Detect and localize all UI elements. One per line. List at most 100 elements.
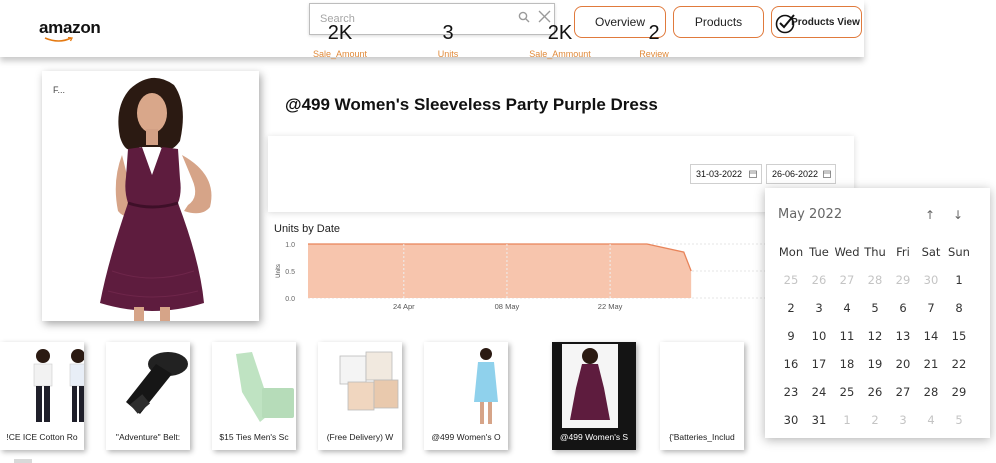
calendar-day[interactable]: 20 — [889, 357, 917, 371]
arrow-down-icon[interactable]: ↓ — [953, 208, 963, 222]
calendar-day[interactable]: 15 — [945, 329, 973, 343]
products-view-label: Products View — [791, 16, 860, 28]
thumbnail-0[interactable]: !CE ICE Cotton Ro — [0, 342, 84, 450]
thumbnail-2[interactable]: $15 Ties Men's Sc — [212, 342, 296, 450]
check-circle-icon — [775, 14, 795, 34]
kpi-value: 2K — [547, 22, 573, 44]
calendar-month-label: May 2022 — [778, 207, 843, 222]
date-picker-popup: May 2022 ↑ ↓ Mon Tue Wed Thu Fri Sat Sun… — [765, 188, 990, 438]
products-view-button[interactable]: Products View — [771, 6, 862, 38]
calendar-day[interactable]: 5 — [945, 413, 973, 427]
calendar-day[interactable]: 28 — [861, 273, 889, 287]
scroll-indicator[interactable] — [14, 459, 32, 463]
weekday-row: Mon Tue Wed Thu Fri Sat Sun — [777, 238, 987, 266]
kpi-sale-amount: 2K Sale_Amount — [300, 20, 380, 59]
calendar-day[interactable]: 19 — [861, 357, 889, 371]
product-title: @499 Women's Sleeveless Party Purple Dre… — [285, 95, 658, 114]
calendar-day[interactable]: 1 — [833, 413, 861, 427]
calendar-day[interactable]: 30 — [777, 413, 805, 427]
thumbnail-label: $15 Ties Men's Sc — [219, 432, 289, 442]
calendar-icon[interactable] — [749, 170, 757, 178]
kpi-label: Sale_Ammount — [529, 49, 591, 59]
thumbnail-5-selected[interactable]: @499 Women's S — [552, 342, 636, 450]
calendar-day[interactable]: 12 — [861, 329, 889, 343]
weekday-label: Mon — [778, 245, 804, 259]
calendar-day[interactable]: 10 — [805, 329, 833, 343]
start-date-value: 31-03-2022 — [696, 169, 743, 179]
calendar-week-row: 25 26 27 28 29 30 1 — [777, 266, 987, 294]
y-axis-label: Units — [276, 264, 282, 278]
start-date-input[interactable]: 31-03-2022 — [690, 164, 762, 184]
calendar-day[interactable]: 30 — [917, 273, 945, 287]
thumbnail-3[interactable]: (Free Delivery) W — [318, 342, 402, 450]
purple-dress-model-image — [100, 77, 212, 321]
calendar-day[interactable]: 26 — [805, 273, 833, 287]
end-date-input[interactable]: 26-06-2022 — [766, 164, 836, 184]
weekday-label: Thu — [864, 245, 886, 259]
calendar-day[interactable]: 29 — [889, 273, 917, 287]
bra-extender-image — [339, 351, 399, 411]
black-belt-image — [126, 352, 188, 414]
kpi-label: Sale_Amount — [312, 49, 368, 59]
arrow-up-icon[interactable]: ↑ — [925, 208, 935, 222]
calendar-day[interactable]: 2 — [861, 413, 889, 427]
calendar-day[interactable]: 14 — [917, 329, 945, 343]
calendar-day[interactable]: 24 — [805, 385, 833, 399]
calendar-day[interactable]: 6 — [889, 301, 917, 315]
calendar-day[interactable]: 21 — [917, 357, 945, 371]
calendar-day[interactable]: 8 — [945, 301, 973, 315]
calendar-day[interactable]: 22 — [945, 357, 973, 371]
calendar-day[interactable]: 23 — [777, 385, 805, 399]
calendar-day[interactable]: 25 — [833, 385, 861, 399]
calendar-day[interactable]: 31 — [805, 413, 833, 427]
calendar-day[interactable]: 3 — [889, 413, 917, 427]
calendar-day[interactable]: 27 — [889, 385, 917, 399]
calendar-icon[interactable] — [823, 170, 831, 178]
calendar-day[interactable]: 16 — [777, 357, 805, 371]
calendar-day[interactable]: 18 — [833, 357, 861, 371]
thumbnail-label: @499 Women's O — [431, 432, 501, 442]
calendar-day[interactable]: 5 — [861, 301, 889, 315]
calendar-day[interactable]: 17 — [805, 357, 833, 371]
kpi-review: 2 Review — [628, 20, 680, 59]
calendar-day[interactable]: 25 — [777, 273, 805, 287]
kpi-sale-ammount: 2K Sale_Ammount — [518, 20, 602, 59]
x-tick-label: 22 May — [598, 302, 623, 311]
calendar-day[interactable]: 7 — [917, 301, 945, 315]
thumbnail-6[interactable]: {'Batteries_Includ — [660, 342, 744, 450]
products-button[interactable]: Products — [673, 6, 764, 38]
kpi-units: 3 Units — [418, 20, 478, 59]
calendar-day[interactable]: 11 — [833, 329, 861, 343]
thumbnail-label: !CE ICE Cotton Ro — [6, 432, 78, 442]
kpi-label: Review — [639, 49, 669, 59]
calendar-day[interactable]: 9 — [777, 329, 805, 343]
calendar-day[interactable]: 1 — [945, 273, 973, 287]
calendar-day[interactable]: 26 — [861, 385, 889, 399]
thumbnail-4[interactable]: @499 Women's O — [424, 342, 508, 450]
calendar-day[interactable]: 27 — [833, 273, 861, 287]
area-fill — [308, 244, 692, 298]
weekday-label: Sat — [921, 245, 941, 259]
calendar-day[interactable]: 4 — [833, 301, 861, 315]
green-tie-image — [236, 352, 294, 422]
weekday-label: Fri — [896, 245, 910, 259]
calendar-day[interactable]: 29 — [945, 385, 973, 399]
amazon-logo: amazon — [39, 18, 101, 37]
calendar-day[interactable]: 13 — [889, 329, 917, 343]
calendar-day[interactable]: 28 — [917, 385, 945, 399]
calendar-day[interactable]: 2 — [777, 301, 805, 315]
thumbnail-label: @499 Women's S — [559, 432, 629, 442]
calendar-day[interactable]: 4 — [917, 413, 945, 427]
kpi-label: Units — [437, 49, 459, 59]
kpi-value: 2K — [327, 22, 353, 44]
weekday-label: Sun — [948, 245, 970, 259]
thumbnail-1[interactable]: "Adventure" Belt: — [106, 342, 190, 450]
calendar-day[interactable]: 3 — [805, 301, 833, 315]
product-thumbnail-strip: !CE ICE Cotton Ro "Adventure" Belt: $15 … — [0, 340, 860, 452]
purple-dress-image — [562, 344, 618, 428]
calendar-grid: Mon Tue Wed Thu Fri Sat Sun 25 26 27 28 29 30… — [777, 238, 987, 434]
calendar-week-row: 9 10 11 12 13 14 15 — [777, 322, 987, 350]
calendar-week-row: 2345678 — [777, 294, 987, 322]
y-tick-label: 1.0 — [285, 242, 295, 249]
calendar-week-row: 16 17 18 19 20 21 22 — [777, 350, 987, 378]
